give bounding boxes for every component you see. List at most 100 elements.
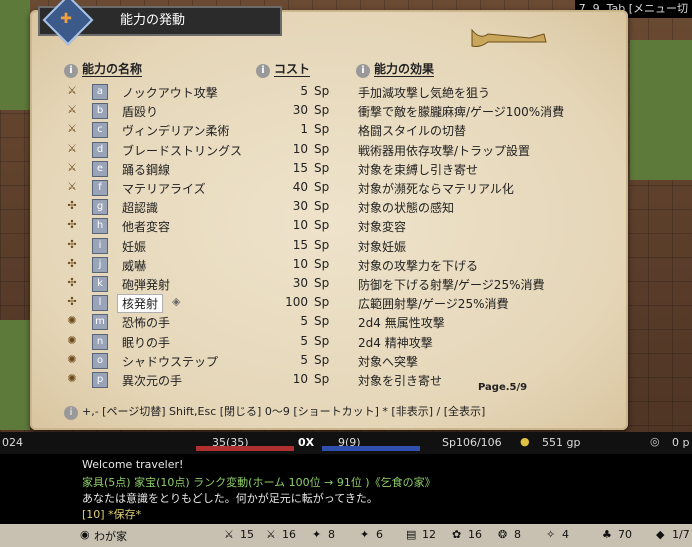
ability-key: o (92, 352, 108, 369)
attr-icon: ✦ (360, 528, 370, 541)
attr-icon: ✿ (452, 528, 462, 541)
ability-cost: 10 (292, 141, 308, 156)
ability-key: n (92, 333, 108, 350)
ability-name: ブレードストリングス (122, 143, 243, 158)
star-icon: ✺ (67, 352, 77, 366)
sword-icon: ⚔ (67, 103, 77, 117)
figure-icon: ✚ (60, 11, 72, 27)
ability-effect: 対象の状態の感知 (358, 201, 455, 216)
ability-unit: Sp (314, 276, 330, 290)
ability-row[interactable]: ✣ g 超認識 30 Sp 対象の状態の感知 (64, 197, 604, 216)
ability-name: 異次元の手 (122, 374, 183, 388)
ability-unit: Sp (314, 84, 330, 98)
message-log: Welcome traveler! 家具(5点) 家宝(10点) ランク変動(ホ… (0, 454, 692, 524)
coin-icon: ● (520, 435, 530, 448)
ability-effect: 対象へ突撃 (358, 354, 419, 369)
ability-key: d (92, 141, 108, 158)
ability-row[interactable]: ⚔ c ヴィンデリアン柔術 1 Sp 格闘スタイルの切替 (64, 120, 604, 139)
plant-icon: ✣ (67, 295, 77, 309)
ability-cost: 15 (292, 237, 308, 252)
ability-effect: 広範囲射撃/ゲージ25%消費 (358, 297, 509, 312)
grass-tile (0, 0, 30, 110)
ability-unit: Sp (314, 160, 330, 175)
hp-bar (196, 446, 294, 451)
header-cost: i コスト (256, 60, 311, 78)
trumpet-icon (471, 28, 547, 47)
ability-cost: 10 (292, 218, 308, 233)
ability-effect: 対象が瀕死ならマテリアル化 (358, 182, 514, 196)
ability-effect: 格闘スタイルの切替 (358, 124, 467, 139)
ability-effect: 対象変容 (358, 220, 407, 235)
star-icon: ✺ (67, 372, 77, 385)
ability-row[interactable]: ⚔ e 踊る鋼線 15 Sp 対象を束縛し引き寄せ (64, 159, 604, 178)
ability-key: i (92, 237, 108, 254)
ability-row[interactable]: ✣ h 他者変容 10 Sp 対象変容 (64, 216, 604, 235)
mp-bar (322, 446, 420, 451)
ability-unit: Sp (314, 199, 330, 214)
ability-row[interactable]: ⚔ a ノックアウト攻撃 5 Sp 手加減攻撃し気絶を狙う (64, 82, 604, 101)
ability-cost: 40 (292, 180, 308, 194)
plant-icon: ✣ (67, 218, 77, 232)
ability-name: シャドウステップ (122, 354, 219, 369)
ability-key: m (92, 314, 108, 331)
grass-tile (630, 40, 692, 180)
plant-icon: ✣ (67, 256, 77, 270)
ability-key: g (92, 199, 108, 216)
ability-effect: 対象を引き寄せ (358, 374, 443, 388)
bottom-bar: ◉ わが家 ⚔ 15 ⚔ 16 ✦ 8 ✦ 6 ▤ 12 ✿ 16 ❂ 8 ✧ 4 ♣ 70 ◆ 1… (0, 524, 692, 547)
ability-name: 恐怖の手 (122, 316, 171, 331)
ability-name: 威嚇 (122, 258, 147, 273)
ability-unit: Sp (314, 352, 330, 367)
attr-icon: ✦ (312, 528, 322, 541)
hint-icon: i (64, 406, 78, 420)
ability-row[interactable]: ✺ n 眠りの手 5 Sp 2d4 精神攻撃 (64, 332, 604, 351)
ability-key: c (92, 122, 108, 139)
ability-cost: 5 (300, 352, 308, 367)
gold-label: 551 gp (542, 436, 581, 449)
ability-unit: Sp (314, 218, 330, 233)
ability-unit: Sp (314, 372, 330, 386)
plant-icon: ✣ (67, 276, 77, 289)
ability-cost: 100 (285, 295, 308, 310)
ability-name: 眠りの手 (122, 335, 171, 350)
ability-key: l (92, 295, 108, 312)
ability-key: b (92, 103, 108, 120)
ability-row[interactable]: ✣ j 威嚇 10 Sp 対象の攻撃力を下げる (64, 255, 604, 274)
ability-key: j (92, 256, 108, 273)
ability-cost: 30 (292, 276, 308, 290)
orb-icon: ◎ (650, 435, 660, 448)
ability-cost: 30 (292, 103, 308, 118)
ability-effect: 対象を束縛し引き寄せ (358, 162, 479, 177)
star-icon: ✺ (67, 314, 77, 328)
ability-cost: 1 (300, 122, 308, 137)
ability-cost: 15 (292, 160, 308, 175)
ability-effect: 衝撃で敵を朦朧麻痺/ゲージ100%消費 (358, 105, 565, 120)
header-name: i 能力の名称 (64, 60, 143, 78)
ability-cost: 10 (292, 372, 308, 386)
ability-row[interactable]: ✺ o シャドウステップ 5 Sp 対象へ突撃 (64, 351, 604, 370)
ability-cost: 5 (300, 333, 308, 348)
ability-unit: Sp (314, 314, 330, 329)
cursor-icon: ◈ (172, 295, 181, 309)
sp-label: Sp106/106 (442, 436, 502, 449)
eye-icon: ◉ (80, 528, 90, 541)
ability-unit: Sp (314, 103, 330, 118)
ability-key: h (92, 218, 108, 235)
ability-row[interactable]: ⚔ b 盾殴り 30 Sp 衝撃で敵を朦朧麻痺/ゲージ100%消費 (64, 101, 604, 120)
star-icon: ✺ (67, 333, 77, 347)
ability-row[interactable]: ⚔ d ブレードストリングス 10 Sp 戦術器用依存攻撃/トラップ設置 (64, 140, 604, 159)
ability-row[interactable]: ✣ k 砲弾発射 30 Sp 防御を下げる射撃/ゲージ25%消費 (64, 274, 604, 293)
ability-row[interactable]: ✣ i 妊娠 15 Sp 対象妊娠 (64, 236, 604, 255)
attr-icon: ▤ (406, 528, 417, 541)
sword-icon: ⚔ (67, 122, 77, 136)
sword-icon: ⚔ (67, 160, 77, 174)
ability-row[interactable]: ⚔ f マテリアライズ 40 Sp 対象が瀕死ならマテリアル化 (64, 178, 604, 197)
ability-row[interactable]: ✺ m 恐怖の手 5 Sp 2d4 無属性攻撃 (64, 312, 604, 331)
ability-name: 超認識 (122, 201, 159, 216)
ability-unit: Sp (314, 237, 330, 252)
sword-icon: ⚔ (67, 141, 77, 155)
ability-unit: Sp (314, 295, 330, 310)
ability-name: 踊る鋼線 (122, 162, 171, 177)
ability-row[interactable]: ✣ l 核発射 100 Sp 広範囲射撃/ゲージ25%消費 ◈ (64, 293, 604, 314)
ability-effect: 対象の攻撃力を下げる (358, 258, 479, 273)
